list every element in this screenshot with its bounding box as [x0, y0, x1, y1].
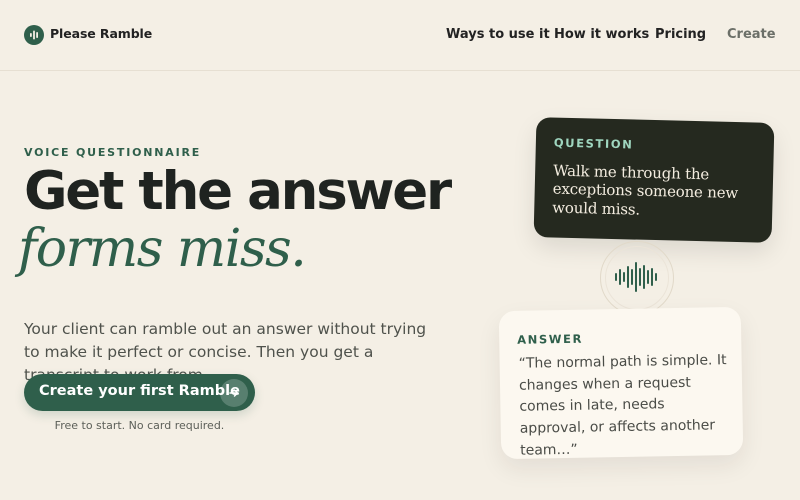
top-nav: Please Ramble Ways to use it How it work… — [0, 0, 800, 71]
arrow-right-icon — [220, 379, 248, 407]
cta-note: Free to start. No card required. — [54, 419, 225, 432]
cta-label: Create your first Ramble — [39, 383, 240, 399]
hero-eyebrow: VOICE QUESTIONNAIRE — [24, 146, 202, 159]
question-text: Walk me through the exceptions someone n… — [552, 161, 739, 219]
hero-title: Get the answer — [24, 161, 452, 222]
answer-label: ANSWER — [517, 331, 584, 347]
audio-wave-icon — [615, 262, 657, 292]
brand-name[interactable]: Please Ramble — [50, 26, 152, 41]
nav-ways-to-use-it[interactable]: Ways to use it — [446, 27, 550, 42]
logo-badge[interactable] — [24, 25, 44, 45]
nav-create[interactable]: Create — [727, 27, 776, 42]
waveform-icon — [30, 30, 38, 40]
nav-how-it-works[interactable]: How it works — [554, 27, 649, 42]
hero-subtitle: forms miss. — [18, 219, 307, 279]
question-card: QUESTION Walk me through the exceptions … — [533, 117, 775, 243]
create-first-ramble-button[interactable]: Create your first Ramble — [24, 374, 255, 411]
nav-pricing[interactable]: Pricing — [655, 27, 706, 42]
answer-card: ANSWER “The normal path is simple. It ch… — [498, 306, 744, 460]
answer-text: “The normal path is simple. It changes w… — [518, 352, 727, 459]
voice-waveform — [600, 241, 674, 315]
question-label: QUESTION — [553, 135, 634, 152]
